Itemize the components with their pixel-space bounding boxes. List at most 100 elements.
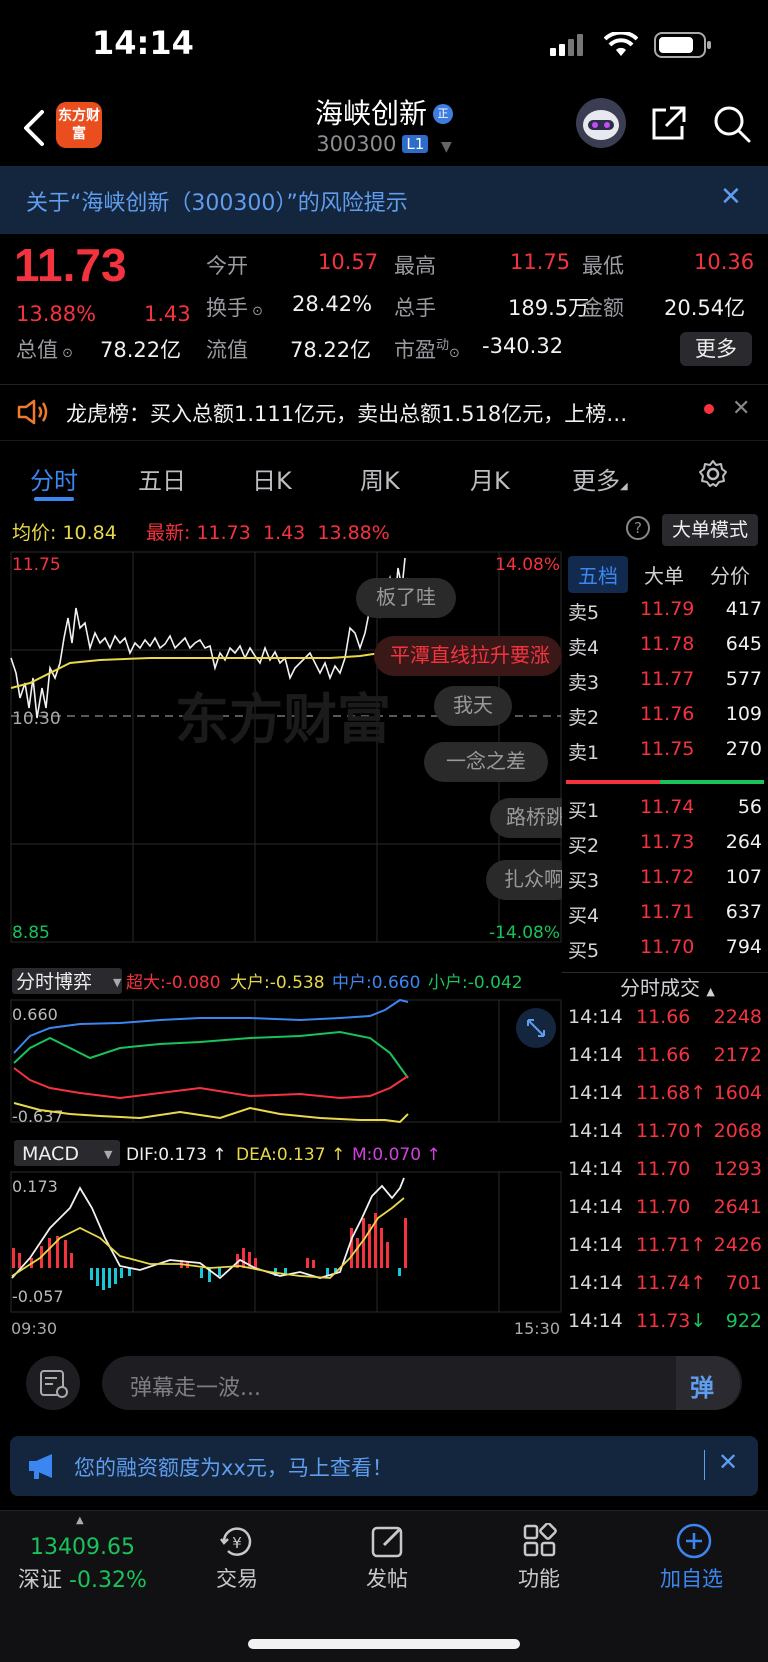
tab-price-distribution[interactable]: 分价 <box>710 560 750 589</box>
bid-row: 买1 11.74 56 <box>568 796 762 822</box>
total-value-label: 总值 ⊙ <box>16 338 74 362</box>
super-large-line <box>13 1102 409 1124</box>
index-value: 13409.65 <box>30 1535 135 1560</box>
big-order-mode-button[interactable]: 大单模式 <box>662 514 758 546</box>
current-price: 11.73 <box>14 239 127 291</box>
high-label: 最高 <box>394 254 436 278</box>
edit-post-icon <box>371 1526 403 1558</box>
time-start-label: 09:30 <box>11 1319 57 1334</box>
turnover-label: 换手 ⊙ <box>206 296 264 320</box>
risk-warning-text[interactable]: 关于“海峡创新（300300）”的风险提示 <box>26 185 408 217</box>
finance-banner[interactable]: 您的融资额度为xx元，马上查看！ ✕ <box>10 1436 758 1496</box>
trade-row: 14:14 11.68↑ 1604 <box>568 1082 762 1104</box>
close-icon[interactable]: ✕ <box>720 182 742 212</box>
ai-robot-avatar[interactable] <box>576 98 626 148</box>
risk-warning-banner[interactable]: 关于“海峡创新（300300）”的风险提示 ✕ <box>0 166 768 234</box>
medium-flow: 中户:0.660 <box>332 973 420 993</box>
pe-value: -340.32 <box>482 334 564 358</box>
large-flow-line <box>13 1067 409 1100</box>
pct-top-label: 14.08% <box>495 555 560 575</box>
tab-monthly-k[interactable]: 月K <box>470 461 510 496</box>
amount-value: 20.54亿 <box>664 296 746 320</box>
quote-panel: 11.73 13.88% 1.43 今开 10.57 最高 11.75 最低 1… <box>0 234 768 384</box>
trade-row: 14:14 11.66 2248 <box>568 1006 762 1028</box>
macd-m: M:0.070 ↑ <box>352 1145 441 1165</box>
tab-daily-k[interactable]: 日K <box>252 461 292 496</box>
battery-icon <box>654 32 711 58</box>
price-top-label: 11.75 <box>12 555 61 575</box>
change-pct: 13.88% <box>16 302 97 326</box>
status-time: 14:14 <box>92 24 194 62</box>
help-icon[interactable]: ? <box>626 516 650 540</box>
trade-yuan-icon: ¥ <box>220 1527 252 1556</box>
close-icon[interactable]: ✕ <box>732 396 750 421</box>
nav-functions[interactable]: 功能 <box>518 1563 560 1593</box>
bid-row: 买5 11.70 794 <box>568 936 762 962</box>
index-ticker[interactable]: 13409.65 深证 -0.32% <box>18 1535 168 1594</box>
ask-row: 卖4 11.78 645 <box>568 633 762 659</box>
chevron-down-icon: ▼ <box>104 1148 113 1161</box>
ask-row: 卖2 11.76 109 <box>568 703 762 729</box>
chevron-down-icon: ▼ <box>113 976 122 989</box>
robot-icon <box>583 110 619 140</box>
danmaku-input[interactable]: 弹幕走一波... <box>102 1356 742 1410</box>
stock-code: 300300 <box>316 132 397 156</box>
close-icon[interactable]: ✕ <box>718 1448 738 1476</box>
search-icon[interactable] <box>712 104 752 144</box>
active-tab-indicator <box>34 497 74 501</box>
comment-list-button[interactable] <box>26 1356 80 1410</box>
tab-more[interactable]: 更多◢ <box>572 461 628 496</box>
bid-row: 买3 11.72 107 <box>568 866 762 892</box>
bid-row: 买4 11.71 637 <box>568 901 762 927</box>
tab-five-day[interactable]: 五日 <box>138 461 186 496</box>
trades-title[interactable]: 分时成交 ▲ <box>620 972 715 1001</box>
danmaku-item: 板了哇 <box>376 585 436 609</box>
comment-list-icon <box>40 1370 68 1398</box>
avg-price: 均价: 10.84 <box>12 522 117 544</box>
home-indicator <box>248 1639 520 1649</box>
pct-bottom-label: -14.08% <box>489 923 560 943</box>
intraday-info-bar: 均价: 10.84 最新: 11.73 1.43 13.88% ? 大单模式 <box>0 510 768 546</box>
nav-trade[interactable]: 交易 <box>216 1563 258 1593</box>
speaker-icon <box>17 399 48 425</box>
comment-bar: 弹幕走一波... 弹 <box>0 1336 768 1428</box>
svg-text:¥: ¥ <box>232 1534 242 1552</box>
macd-dif: DIF:0.173 ↑ <box>126 1145 227 1165</box>
finance-banner-text[interactable]: 您的融资额度为xx元，马上查看！ <box>74 1452 393 1482</box>
nav-post[interactable]: 发帖 <box>366 1563 408 1593</box>
nav-add-watchlist[interactable]: 加自选 <box>660 1563 723 1593</box>
tab-big-orders[interactable]: 大单 <box>644 560 684 589</box>
dragon-tiger-text[interactable]: 龙虎榜：买入总额1.111亿元，卖出总额1.518亿元，上榜… <box>66 398 627 428</box>
macd-top-label: 0.173 <box>12 1177 58 1196</box>
volume-value: 189.5万 <box>508 296 590 320</box>
signal-icon <box>550 34 583 56</box>
share-icon[interactable] <box>650 104 688 142</box>
tab-weekly-k[interactable]: 周K <box>360 461 400 496</box>
ask-row: 卖5 11.79 417 <box>568 598 762 624</box>
tab-intraday[interactable]: 分时 <box>30 461 78 496</box>
trade-row: 14:14 11.70 1293 <box>568 1158 762 1180</box>
time-end-label: 15:30 <box>514 1319 560 1334</box>
trade-row: 14:14 11.66 2172 <box>568 1044 762 1066</box>
small-flow: 小户:-0.042 <box>428 973 523 993</box>
danmaku-item: 路桥跳 <box>506 805 562 829</box>
danmaku-toggle-button[interactable]: 弹 <box>676 1356 740 1410</box>
trade-row: 14:14 11.70↑ 2068 <box>568 1120 762 1142</box>
ask-row: 卖1 11.75 270 <box>568 738 762 764</box>
high-value: 11.75 <box>510 250 571 274</box>
pe-label: 市盈动⊙ <box>394 338 460 362</box>
status-bar: 14:14 <box>0 0 768 92</box>
macd-title: MACD <box>22 1143 79 1165</box>
trade-row: 14:14 11.74↑ 701 <box>568 1272 762 1294</box>
chevron-up-icon[interactable]: ▲ <box>76 1515 84 1526</box>
intraday-chart[interactable]: 东方财富 11.75 10.30 8.85 14.08% -14.08% 板了哇… <box>0 548 562 1334</box>
settings-gear-icon[interactable] <box>698 459 728 489</box>
dragon-tiger-bar[interactable]: 龙虎榜：买入总额1.111亿元，卖出总额1.518亿元，上榜… ✕ <box>0 386 768 438</box>
unread-dot <box>704 404 714 414</box>
megaphone-icon <box>29 1454 52 1479</box>
tab-five-levels[interactable]: 五档 <box>568 556 628 593</box>
more-button[interactable]: 更多 <box>680 332 752 366</box>
add-watchlist-icon <box>676 1523 712 1559</box>
change-amount: 1.43 <box>144 302 191 326</box>
game-top-label: 0.660 <box>12 1005 58 1024</box>
